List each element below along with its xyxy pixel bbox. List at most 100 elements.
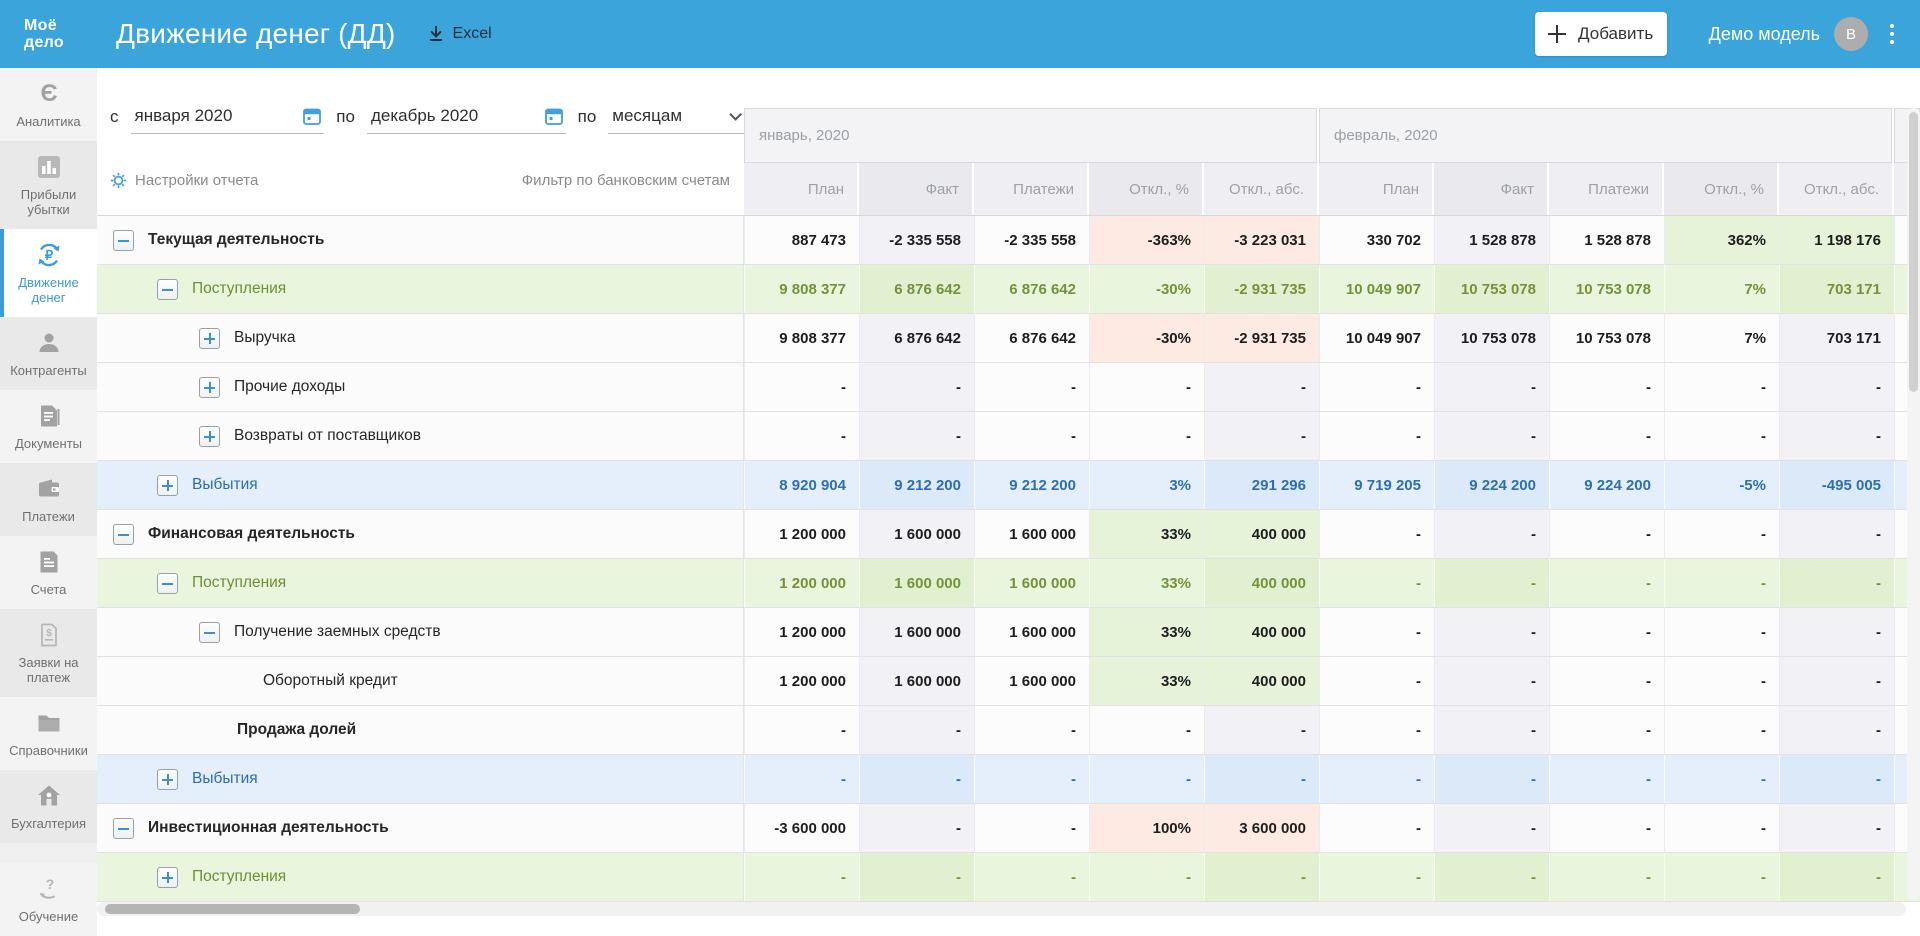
value-cell: 6 876 642 bbox=[974, 314, 1089, 362]
table-row: Продажа долей---------- bbox=[97, 706, 1920, 755]
value-cell: 9 224 200 bbox=[1434, 461, 1549, 509]
report-settings-label: Настройки отчета bbox=[135, 172, 258, 189]
vertical-scrollbar-thumb[interactable] bbox=[1909, 112, 1918, 392]
value-cell: - bbox=[1549, 363, 1664, 411]
column-header: План bbox=[744, 163, 857, 215]
value-cell: - bbox=[1549, 853, 1664, 901]
calendar-icon[interactable] bbox=[544, 106, 564, 126]
value-cell: - bbox=[744, 706, 859, 754]
value-cell: - bbox=[1204, 706, 1319, 754]
document-icon bbox=[2, 403, 95, 431]
sidebar-item-contractors[interactable]: Контрагенты bbox=[0, 317, 97, 390]
sidebar-item-cash-flow[interactable]: ₽Движение денег bbox=[0, 229, 97, 317]
value-cell: - bbox=[1434, 755, 1549, 803]
value-cell: - bbox=[1779, 412, 1894, 460]
row-label[interactable]: Возвраты от поставщиков bbox=[234, 427, 421, 445]
period-to-input[interactable]: декабрь 2020 bbox=[367, 104, 566, 134]
group-by-select[interactable]: месяцам bbox=[608, 104, 744, 134]
row-label[interactable]: Получение заемных средств bbox=[234, 623, 441, 641]
value-cell: - bbox=[1319, 363, 1434, 411]
value-cell: 1 600 000 bbox=[974, 657, 1089, 705]
avatar[interactable]: В bbox=[1834, 17, 1868, 51]
expand-toggle-icon[interactable] bbox=[157, 475, 178, 496]
row-name-cell: Текущая деятельность bbox=[97, 216, 744, 264]
analytics-icon: Є bbox=[2, 81, 95, 109]
sidebar-item-payment-requests[interactable]: $Заявки на платеж bbox=[0, 609, 97, 697]
collapse-toggle-icon[interactable] bbox=[113, 818, 134, 839]
expand-toggle-icon[interactable] bbox=[199, 377, 220, 398]
value-cell: -5% bbox=[1664, 461, 1779, 509]
row-name-cell: Инвестиционная деятельность bbox=[97, 804, 744, 852]
collapse-toggle-icon[interactable] bbox=[157, 279, 178, 300]
row-label[interactable]: Поступления bbox=[192, 280, 286, 298]
sidebar-item-references[interactable]: Справочники bbox=[0, 697, 97, 770]
value-cell: 1 600 000 bbox=[974, 559, 1089, 607]
row-name-cell: Выбытия bbox=[97, 755, 744, 803]
row-label[interactable]: Выбытия bbox=[192, 770, 258, 788]
value-cell: 1 600 000 bbox=[859, 608, 974, 656]
value-cell: -3 223 031 bbox=[1204, 216, 1319, 264]
excel-export-button[interactable]: Excel bbox=[426, 24, 492, 44]
expand-toggle-icon[interactable] bbox=[199, 328, 220, 349]
value-cell: - bbox=[1434, 363, 1549, 411]
row-label[interactable]: Текущая деятельность bbox=[148, 231, 324, 249]
calendar-icon[interactable] bbox=[302, 106, 322, 126]
report-settings-button[interactable]: Настройки отчета bbox=[110, 172, 258, 189]
column-header: Платежи bbox=[1549, 163, 1662, 215]
report-settings-row: Настройки отчета Фильтр по банковским сч… bbox=[110, 146, 744, 215]
row-label[interactable]: Оборотный кредит bbox=[263, 672, 398, 690]
value-cell: -3 600 000 bbox=[744, 804, 859, 852]
expand-toggle-icon[interactable] bbox=[157, 769, 178, 790]
value-cell: - bbox=[1434, 804, 1549, 852]
collapse-toggle-icon[interactable] bbox=[157, 573, 178, 594]
horizontal-scrollbar-thumb[interactable] bbox=[105, 904, 360, 914]
value-cell: 9 808 377 bbox=[744, 314, 859, 362]
value-cell: 1 600 000 bbox=[859, 559, 974, 607]
collapse-toggle-icon[interactable] bbox=[113, 230, 134, 251]
value-cell: 6 876 642 bbox=[974, 265, 1089, 313]
row-name-cell: Поступления bbox=[97, 853, 744, 901]
period-from-input[interactable]: января 2020 bbox=[131, 104, 325, 134]
row-label[interactable]: Выбытия bbox=[192, 476, 258, 494]
column-header: План bbox=[1319, 163, 1432, 215]
value-cell: - bbox=[1779, 853, 1894, 901]
bank-accounts-filter-button[interactable]: Фильтр по банковским счетам bbox=[522, 172, 744, 189]
value-cell: 887 473 bbox=[744, 216, 859, 264]
row-label[interactable]: Инвестиционная деятельность bbox=[148, 819, 389, 837]
table-row: Получение заемных средств1 200 0001 600 … bbox=[97, 608, 1920, 657]
filters-pane: с января 2020 по декабрь 2020 по месяца bbox=[97, 68, 744, 215]
sidebar-item-training[interactable]: ?Обучение bbox=[0, 863, 97, 936]
collapse-toggle-icon[interactable] bbox=[113, 524, 134, 545]
sidebar-item-documents[interactable]: Документы bbox=[0, 390, 97, 463]
expand-toggle-icon[interactable] bbox=[157, 867, 178, 888]
collapse-toggle-icon[interactable] bbox=[199, 622, 220, 643]
kebab-menu-icon[interactable] bbox=[1886, 20, 1898, 48]
row-label[interactable]: Прочие доходы bbox=[234, 378, 345, 396]
row-label[interactable]: Поступления bbox=[192, 868, 286, 886]
from-label: с bbox=[110, 104, 119, 127]
row-label[interactable]: Поступления bbox=[192, 574, 286, 592]
value-cell: 400 000 bbox=[1204, 510, 1319, 558]
expand-toggle-icon[interactable] bbox=[199, 426, 220, 447]
row-label[interactable]: Продажа долей bbox=[237, 721, 356, 739]
value-cell: 33% bbox=[1089, 510, 1204, 558]
sidebar-item-payments[interactable]: Платежи bbox=[0, 463, 97, 536]
value-cell: - bbox=[1549, 412, 1664, 460]
value-cell: - bbox=[1664, 853, 1779, 901]
sidebar-item-analytics[interactable]: ЄАналитика bbox=[0, 68, 97, 141]
row-name-cell: Выбытия bbox=[97, 461, 744, 509]
value-cell: 1 600 000 bbox=[974, 510, 1089, 558]
user-menu[interactable]: Демо модель В bbox=[1709, 17, 1868, 51]
row-label[interactable]: Финансовая деятельность bbox=[148, 525, 355, 543]
vertical-scrollbar bbox=[1907, 108, 1920, 900]
sidebar-item-invoices[interactable]: Счета bbox=[0, 536, 97, 609]
add-button[interactable]: Добавить bbox=[1535, 12, 1667, 56]
sidebar-item-accounting[interactable]: Бухгалтерия bbox=[0, 770, 97, 843]
app-logo[interactable]: Моё дело bbox=[24, 17, 64, 51]
row-label[interactable]: Выручка bbox=[234, 329, 296, 347]
value-cell: 33% bbox=[1089, 559, 1204, 607]
value-cell: 400 000 bbox=[1204, 559, 1319, 607]
row-name-cell: Получение заемных средств bbox=[97, 608, 744, 656]
sidebar-item-profit-loss[interactable]: Прибыли убытки bbox=[0, 141, 97, 229]
invoice-icon bbox=[2, 549, 95, 577]
